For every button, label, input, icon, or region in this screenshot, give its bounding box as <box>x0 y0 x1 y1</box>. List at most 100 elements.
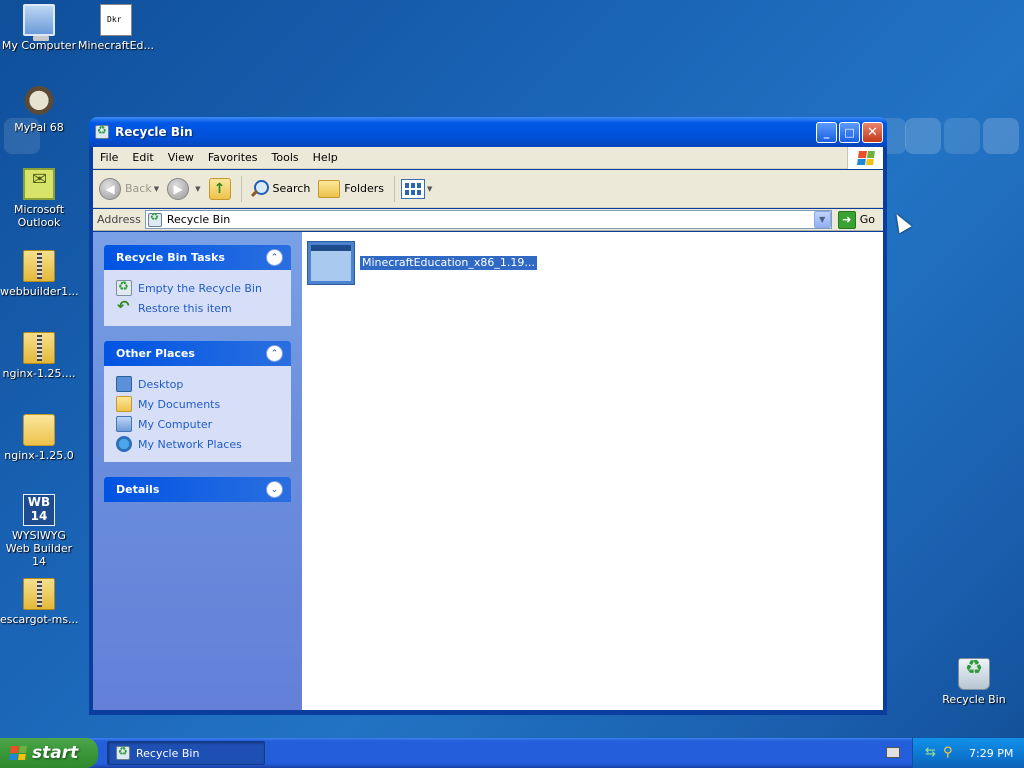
search-icon <box>248 178 270 200</box>
menu-help[interactable]: Help <box>306 151 345 164</box>
task-pane: Recycle Bin Tasks ⌃ Empty the Recycle Bi… <box>93 232 302 710</box>
window-titlebar[interactable]: Recycle Bin _ □ ✕ <box>89 117 887 147</box>
raccoon-browser-icon <box>23 86 55 118</box>
desktop-icon-wysiwyg[interactable]: WB 14 WYSIWYG Web Builder 14 <box>0 494 78 568</box>
desktop-icon-nginx-zip[interactable]: nginx-1.25.... <box>0 332 78 380</box>
back-button[interactable]: ◀ Back ▼ <box>99 177 159 200</box>
chevron-down-icon: ▼ <box>195 184 201 193</box>
standard-toolbar: ◀ Back ▼ ▶ ▼ ↑ Search Folders ▼ <box>93 170 883 208</box>
clock[interactable]: 7:29 PM <box>969 747 1013 760</box>
desktop-icon-label: WYSIWYG Web Builder 14 <box>5 529 73 568</box>
forward-button[interactable]: ▶ ▼ <box>167 177 201 200</box>
background-tile <box>905 118 941 154</box>
desktop-icon-label: Recycle Bin <box>942 693 1006 706</box>
taskbar-button-recycle-bin[interactable]: Recycle Bin <box>107 741 265 765</box>
folders-button[interactable]: Folders <box>318 179 385 198</box>
desktop-icon-label: Microsoft Outlook <box>13 203 65 229</box>
desktop-icon-outlook[interactable]: Microsoft Outlook <box>0 168 78 229</box>
menu-file[interactable]: File <box>93 151 125 164</box>
place-desktop-link[interactable]: Desktop <box>116 374 279 394</box>
collapse-icon[interactable]: ⌃ <box>266 249 283 266</box>
recycle-bin-tasks-header[interactable]: Recycle Bin Tasks ⌃ <box>104 245 291 270</box>
toolbar-separator <box>394 175 396 202</box>
zip-folder-icon <box>23 250 55 282</box>
collapse-icon[interactable]: ⌃ <box>266 345 283 362</box>
desktop-icon <box>116 376 132 392</box>
maximize-button[interactable]: □ <box>839 121 860 143</box>
close-button[interactable]: ✕ <box>862 121 883 143</box>
empty-recycle-bin-link[interactable]: Empty the Recycle Bin <box>116 278 279 298</box>
desktop-icon-mypal[interactable]: MyPal 68 <box>0 86 78 134</box>
folders-label: Folders <box>344 182 385 195</box>
desktop-icon-webbuilder-zip[interactable]: webbuilder1... <box>0 250 78 298</box>
background-tile <box>944 118 980 154</box>
forward-arrow-icon: ▶ <box>167 177 190 200</box>
application-window-icon <box>307 241 355 285</box>
outlook-icon <box>23 168 55 200</box>
up-folder-button[interactable]: ↑ <box>208 177 231 200</box>
menu-tools[interactable]: Tools <box>265 151 306 164</box>
minimize-button[interactable]: _ <box>816 121 837 143</box>
place-my-network-places-link[interactable]: My Network Places <box>116 434 279 454</box>
windows-flag-icon <box>856 150 875 165</box>
back-label: Back <box>125 182 152 195</box>
desktop-icon-nginx-folder[interactable]: nginx-1.25.0 <box>0 414 78 462</box>
recycle-bin-icon <box>147 212 162 227</box>
search-tray-icon[interactable]: ⚲ <box>943 746 957 760</box>
place-my-documents-link[interactable]: My Documents <box>116 394 279 414</box>
address-label: Address <box>97 213 141 226</box>
file-list[interactable]: MinecraftEducation_x86_1.19... <box>302 232 883 710</box>
wb14-icon: WB 14 <box>23 494 55 526</box>
expand-icon[interactable]: ⌄ <box>266 481 283 498</box>
back-arrow-icon: ◀ <box>99 177 121 200</box>
network-tray-icon[interactable]: ⇆ <box>925 746 939 760</box>
search-label: Search <box>272 182 311 195</box>
other-places-header[interactable]: Other Places ⌃ <box>104 341 291 366</box>
search-button[interactable]: Search <box>248 178 311 200</box>
address-dropdown-button[interactable]: ▼ <box>813 211 831 228</box>
start-label: start <box>32 743 79 763</box>
place-my-computer-link[interactable]: My Computer <box>116 414 279 434</box>
restore-item-link[interactable]: Restore this item <box>116 297 279 318</box>
folder-icon <box>23 414 55 446</box>
menu-favorites[interactable]: Favorites <box>201 151 265 164</box>
start-button[interactable]: start <box>0 738 98 768</box>
mouse-cursor-icon <box>890 210 912 234</box>
folders-icon <box>318 179 341 198</box>
up-folder-icon: ↑ <box>208 177 231 200</box>
toolbar-separator <box>240 175 242 202</box>
recycle-bin-icon <box>958 658 990 690</box>
go-button[interactable]: ➜ Go <box>837 210 875 229</box>
place-label: My Computer <box>138 417 213 431</box>
place-label: My Network Places <box>138 437 242 451</box>
menu-edit[interactable]: Edit <box>125 151 160 164</box>
desktop-icon-recycle-bin[interactable]: Recycle Bin <box>935 658 1013 706</box>
address-input[interactable]: Recycle Bin ▼ <box>144 210 832 229</box>
system-tray: ⇆ ⚲ 7:29 PM <box>912 738 1024 768</box>
desktop-icon-label: escargot-ms... <box>0 613 78 626</box>
taskbar: start Recycle Bin <box>0 738 1024 768</box>
my-documents-icon <box>116 396 132 412</box>
computer-icon <box>23 4 55 41</box>
windows-flag-icon <box>9 746 27 760</box>
menu-bar: File Edit View Favorites Tools Help <box>93 146 883 169</box>
file-name: MinecraftEducation_x86_1.19... <box>359 255 538 271</box>
desktop-icon-my-computer[interactable]: My Computer <box>0 4 78 52</box>
views-icon <box>401 178 426 199</box>
menu-view[interactable]: View <box>161 151 201 164</box>
desktop-icon-minecraft-installer[interactable]: MinecraftEd... <box>77 4 155 52</box>
computer-icon <box>116 416 132 432</box>
recycle-bin-tasks-panel: Recycle Bin Tasks ⌃ Empty the Recycle Bi… <box>104 245 291 326</box>
background-tile <box>983 118 1019 154</box>
desktop-icon-label: nginx-1.25.0 <box>4 449 74 462</box>
details-header[interactable]: Details ⌄ <box>104 477 291 502</box>
other-places-panel: Other Places ⌃ Desktop My Documents My C… <box>104 341 291 462</box>
views-button[interactable]: ▼ <box>401 178 433 199</box>
desktop-icon-escargot-zip[interactable]: escargot-ms... <box>0 578 78 626</box>
network-places-icon <box>116 436 132 452</box>
file-item[interactable]: MinecraftEducation_x86_1.19... <box>307 241 538 285</box>
zip-folder-icon <box>23 578 55 610</box>
chevron-down-icon: ▼ <box>427 184 433 193</box>
keyboard-layout-icon[interactable] <box>886 747 900 758</box>
windows-logo <box>847 146 883 169</box>
